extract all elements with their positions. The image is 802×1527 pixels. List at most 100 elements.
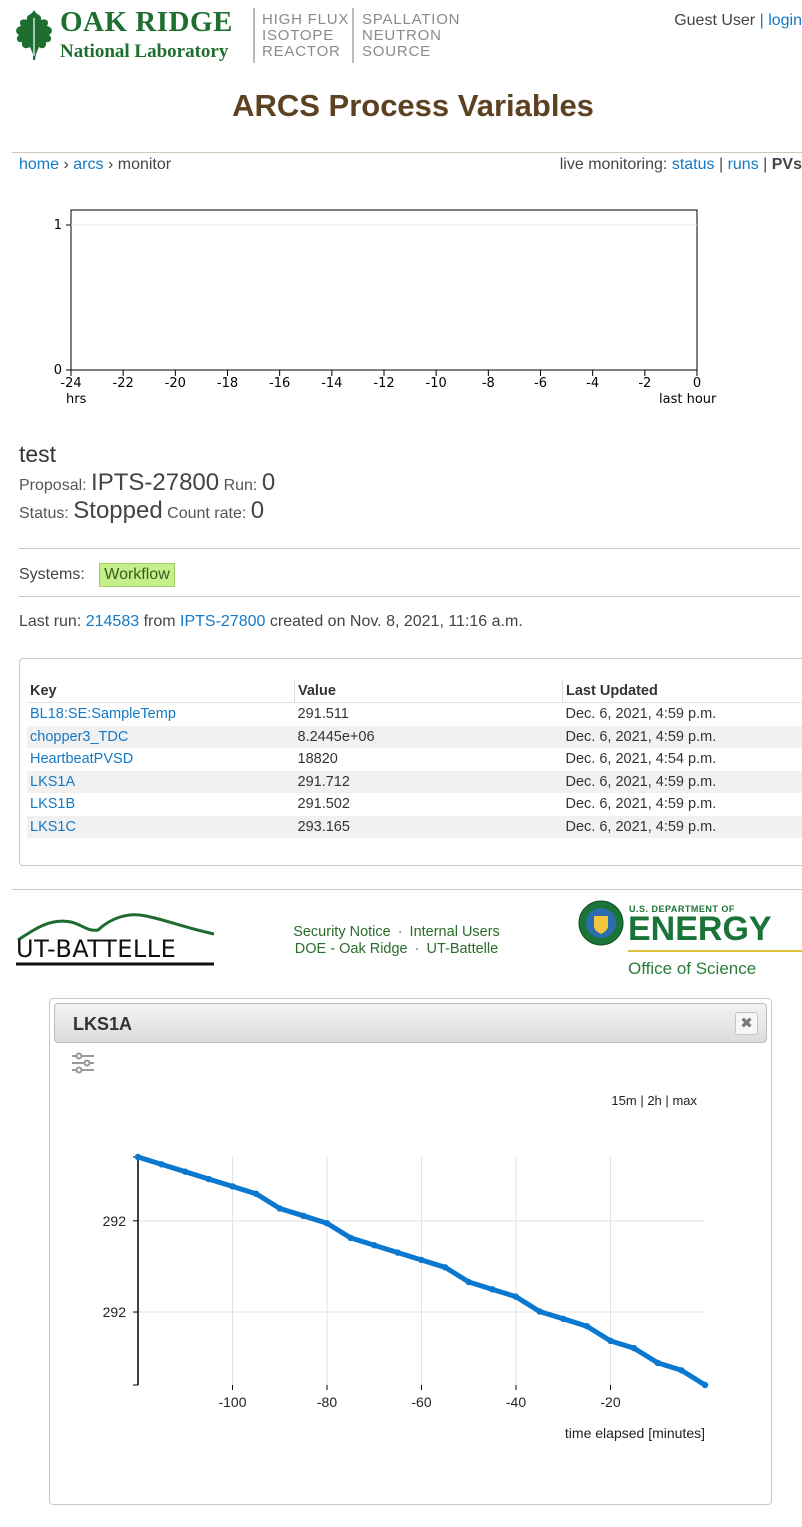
data-point: [300, 1212, 307, 1220]
oak-leaf-icon: [16, 10, 52, 60]
pv-key-link[interactable]: BL18:SE:SampleTemp: [30, 706, 176, 722]
live-monitoring-nav: live monitoring: status | runs | PVs: [560, 156, 802, 174]
run-label: Run:: [223, 477, 258, 494]
live-status-link[interactable]: status: [672, 156, 715, 173]
data-point: [465, 1278, 472, 1286]
sns-line: SPALLATION: [362, 11, 461, 28]
proposal-value: IPTS-27800: [91, 469, 220, 496]
pv-table-header-row: Key Value Last Updated: [27, 679, 802, 703]
data-point: [512, 1293, 520, 1300]
breadcrumb-home[interactable]: home: [19, 156, 59, 173]
page-title: ARCS Process Variables: [232, 88, 594, 123]
data-point: [394, 1249, 402, 1256]
run-chart-xtick-label: 0: [693, 376, 701, 391]
breadcrumb-separator: ›: [63, 156, 69, 173]
data-point: [701, 1381, 709, 1389]
run-chart-xtick-label: -4: [586, 376, 599, 391]
data-point: [323, 1219, 331, 1227]
chart-x-tick-label: -40: [506, 1394, 526, 1410]
breadcrumb-instrument[interactable]: arcs: [73, 156, 103, 173]
chart-grid: [138, 1157, 705, 1385]
range-2h[interactable]: 2h: [647, 1093, 661, 1108]
proposal-line: Proposal: IPTS-27800 Run: 0: [19, 469, 275, 497]
chart-x-ticks: -100 -80 -60 -40 -20: [133, 1384, 621, 1410]
live-monitoring-label: live monitoring:: [559, 156, 668, 173]
ut-battelle-wordmark: UT-BATTELLE: [16, 935, 176, 963]
sns-line: NEUTRON: [362, 27, 442, 44]
pv-key-link[interactable]: HeartbeatPVSD: [30, 751, 133, 767]
run-chart-xaxis: -24 -22 -20 -18 -16 -14 -12 -10 -8 -6 -4 -2 0: [60, 370, 701, 391]
breadcrumb-current: monitor: [117, 156, 172, 173]
run-chart-xtick-label: -10: [426, 376, 447, 391]
site-header: Oak Ridge National Laboratory HIGH FLUX …: [0, 0, 802, 70]
run-chart-xlabel-right: last hour: [659, 392, 717, 407]
column-header-key[interactable]: Key: [27, 679, 295, 703]
sliders-icon[interactable]: [71, 1052, 95, 1074]
doe-seal-icon[interactable]: [577, 899, 625, 947]
hfir-label: HIGH FLUX ISOTOPE REACTOR: [262, 12, 349, 60]
pv-key-link[interactable]: LKS1A: [30, 774, 75, 790]
range-15m[interactable]: 15m: [611, 1093, 636, 1108]
user-bar: Guest User | login: [674, 12, 802, 30]
data-point: [158, 1161, 165, 1168]
pv-history-dialog: LKS1A ✖ 15m | 2h | max 292 292 -100 -80 -60…: [49, 998, 772, 1505]
table-row: LKS1C 293.165 Dec. 6, 2021, 4:59 p.m.: [27, 815, 802, 838]
run-chart-xtick-label: -20: [165, 376, 186, 391]
chart-x-axis-label: time elapsed [minutes]: [565, 1425, 705, 1441]
time-range-selector: 15m | 2h | max: [611, 1093, 697, 1108]
table-row: LKS1B 291.502 Dec. 6, 2021, 4:59 p.m.: [27, 793, 802, 816]
internal-users-link[interactable]: Internal Users: [410, 924, 500, 940]
column-header-value[interactable]: Value: [294, 679, 563, 703]
status-value: Stopped: [73, 497, 163, 524]
pv-value: 291.511: [297, 706, 349, 723]
chart-x-tick-label: -100: [218, 1394, 246, 1410]
run-chart-xtick-label: -24: [60, 376, 81, 391]
proposal-label: Proposal:: [19, 477, 87, 494]
section-divider: [19, 548, 800, 549]
hfir-line: ISOTOPE: [262, 27, 335, 44]
count-rate-value: 0: [250, 497, 265, 524]
run-chart-xtick-label: -18: [217, 376, 238, 391]
header-divider: [253, 8, 255, 63]
data-point: [536, 1308, 543, 1315]
column-header-last-updated[interactable]: Last Updated: [562, 679, 802, 703]
status-label: Status:: [19, 505, 69, 522]
security-notice-link[interactable]: Security Notice: [293, 924, 391, 940]
run-chart-xtick-label: -16: [269, 376, 290, 391]
ornl-name-line1: Oak Ridge: [60, 6, 233, 38]
live-runs-link[interactable]: runs: [728, 156, 759, 173]
run-chart-xtick-label: -2: [638, 376, 651, 391]
range-separator: |: [665, 1093, 669, 1108]
run-chart-xtick-label: -22: [113, 376, 134, 391]
data-point: [205, 1175, 213, 1183]
pv-key-link[interactable]: chopper3_TDC: [30, 729, 128, 745]
run-rate-chart: 1 0 -24 -22 -20 -18 -16 -14 -12 -10 -8 -6 -4 -2 0 hr…: [54, 209, 717, 407]
close-icon[interactable]: ✖: [735, 1012, 758, 1035]
data-point: [347, 1234, 354, 1242]
last-run-number-link[interactable]: 214583: [86, 613, 139, 630]
login-link[interactable]: login: [768, 12, 802, 29]
range-max[interactable]: max: [672, 1093, 697, 1108]
last-run-created: created on Nov. 8, 2021, 11:16 a.m.: [269, 613, 523, 630]
dialog-titlebar[interactable]: LKS1A ✖: [54, 1003, 767, 1043]
live-pvs-current: PVs: [771, 156, 802, 173]
pv-key-link[interactable]: LKS1C: [30, 819, 76, 835]
chart-y-ticks: 292 292: [103, 1156, 138, 1320]
ut-battelle-logo[interactable]: UT-BATTELLE: [16, 910, 216, 968]
data-point: [630, 1345, 638, 1352]
ut-battelle-link[interactable]: UT-Battelle: [426, 941, 498, 957]
workflow-status-badge[interactable]: Workflow: [99, 563, 175, 587]
pv-key-link[interactable]: LKS1B: [30, 796, 75, 812]
data-point: [182, 1168, 189, 1175]
sns-label: SPALLATION NEUTRON SOURCE: [362, 12, 460, 60]
data-point: [607, 1337, 614, 1345]
last-run-proposal-link[interactable]: IPTS-27800: [180, 613, 265, 630]
data-point: [489, 1286, 496, 1293]
run-chart-xtick-label: -12: [373, 376, 394, 391]
data-point: [252, 1190, 260, 1197]
doe-oak-ridge-link[interactable]: DOE - Oak Ridge: [295, 941, 408, 957]
table-row: chopper3_TDC 8.2445e+06 Dec. 6, 2021, 4:…: [27, 725, 802, 748]
header-divider: [352, 8, 354, 63]
chart-x-tick-label: -20: [600, 1394, 620, 1410]
doe-wordmark: ENERGY: [628, 910, 772, 948]
